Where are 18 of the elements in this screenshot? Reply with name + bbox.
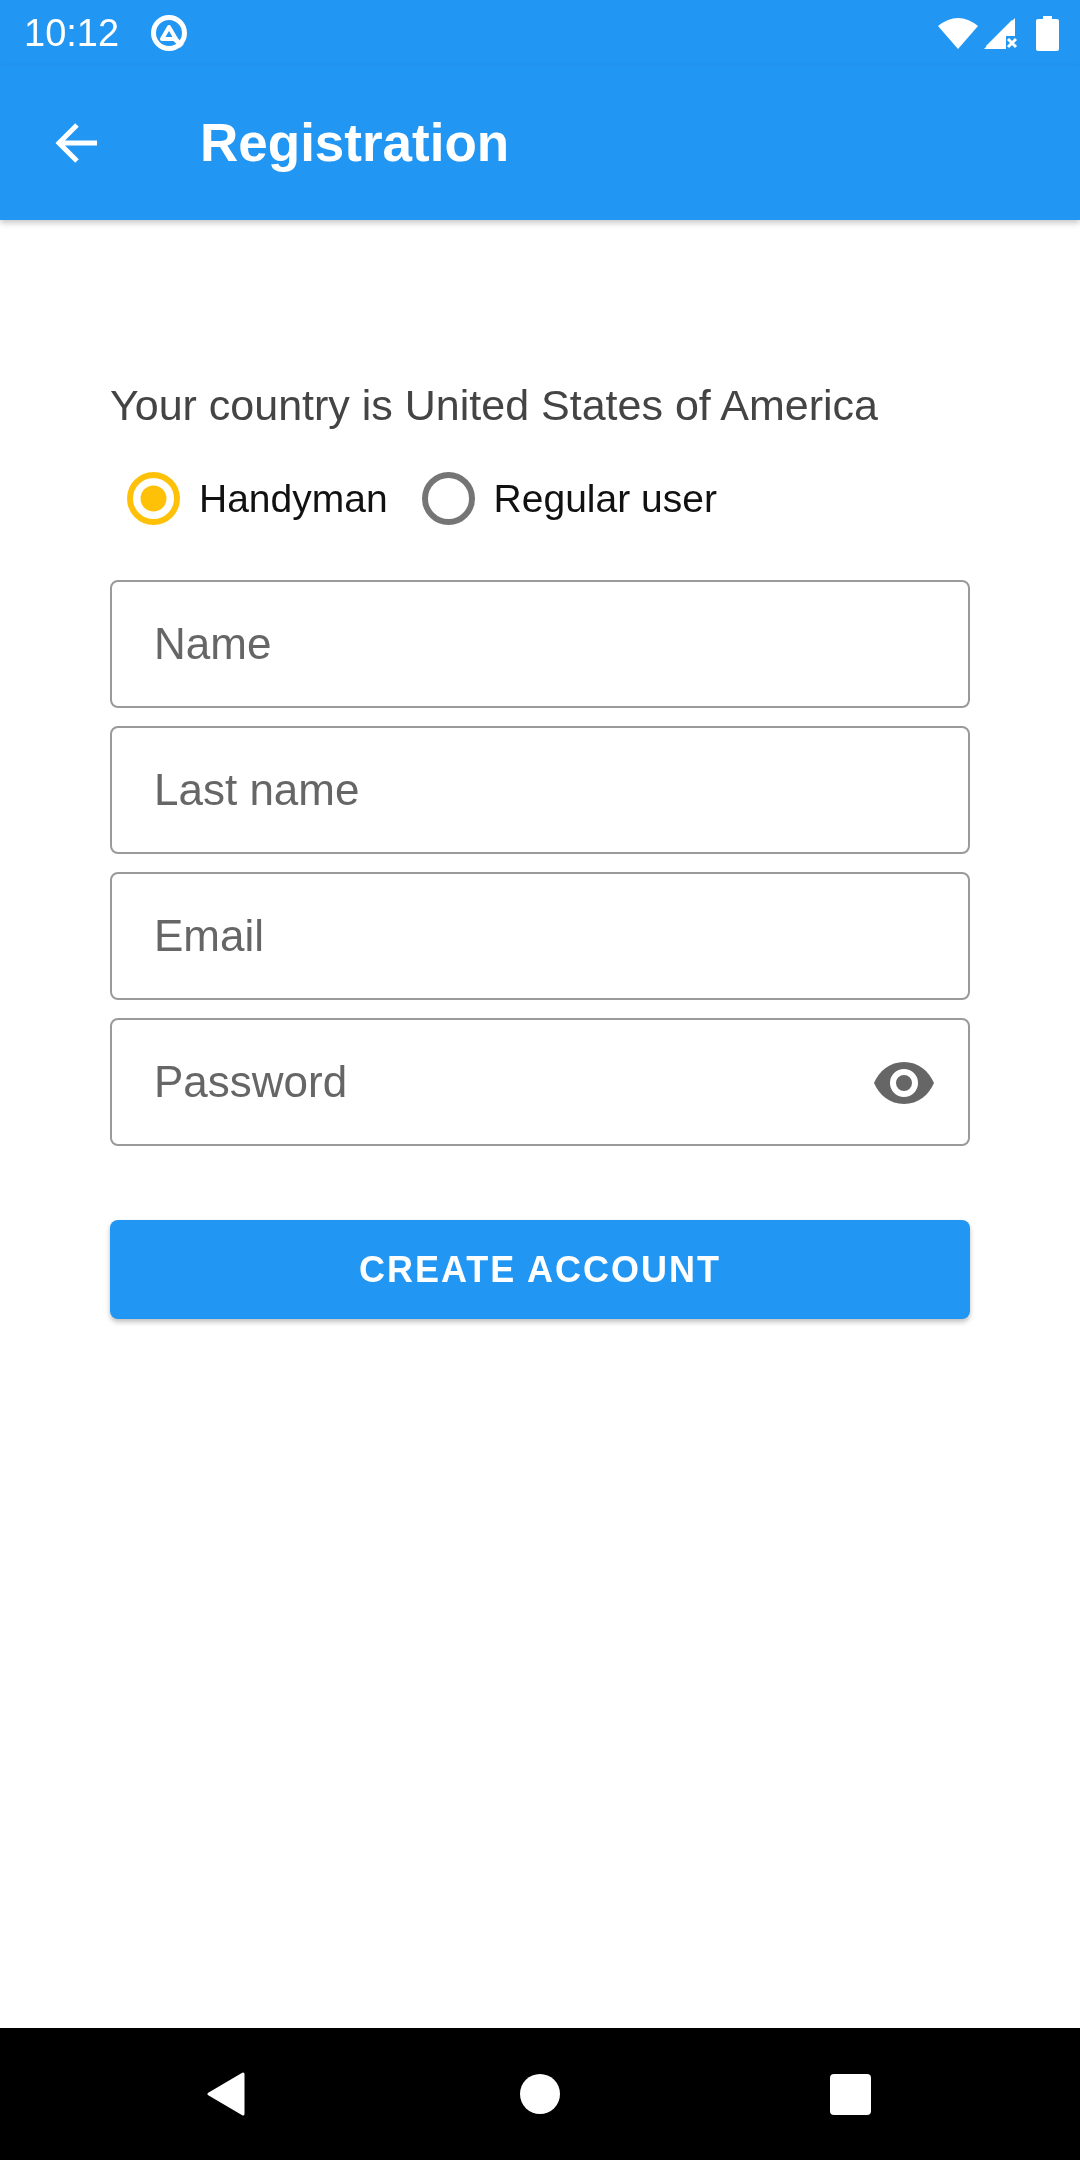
text-field[interactable]: Last name	[110, 726, 970, 854]
email-field[interactable]: Email	[110, 872, 970, 1000]
user-type-option[interactable]: Handyman	[127, 472, 388, 525]
home-circle-icon[interactable]	[520, 2074, 560, 2114]
password-field[interactable]: Password	[110, 1018, 970, 1146]
battery-icon	[1036, 15, 1059, 51]
status-time: 10:12	[24, 13, 120, 53]
eye-icon[interactable]	[874, 1062, 934, 1104]
wifi-icon	[938, 17, 978, 49]
user-type-option[interactable]: Regular user	[421, 472, 717, 525]
screen-title: Registration	[200, 112, 510, 174]
recents-square-icon[interactable]	[830, 2073, 871, 2115]
ring-icon	[150, 14, 189, 52]
back-triangle-icon[interactable]	[207, 2072, 245, 2116]
signal-icon	[982, 16, 1018, 50]
text-field[interactable]: Name	[110, 580, 970, 708]
back-arrow-icon[interactable]	[55, 121, 99, 165]
country-text: Your country is United States of America	[110, 380, 880, 430]
